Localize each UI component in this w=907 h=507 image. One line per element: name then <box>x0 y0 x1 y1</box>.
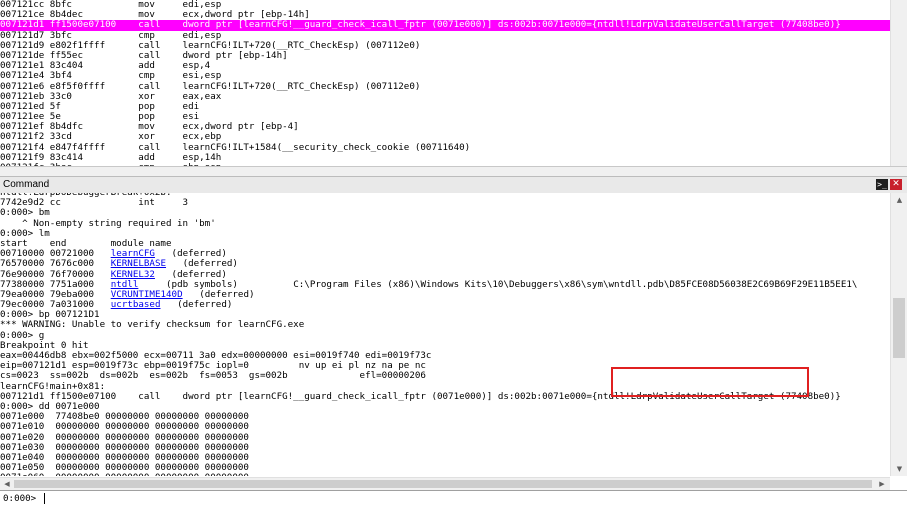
output-line: *** WARNING: Unable to verify checksum f… <box>0 319 305 331</box>
command-window-titlebar: Command >_ ✕ <box>0 176 907 194</box>
command-window-icon[interactable]: >_ <box>876 179 888 190</box>
output-line: ^ Non-empty string required in 'bm' <box>0 217 216 229</box>
scroll-thumb[interactable] <box>893 298 905 358</box>
disassembly-scrollbar[interactable] <box>890 0 907 166</box>
annotation-highlight-box <box>611 367 809 397</box>
output-line: 0:000> g <box>0 329 45 341</box>
output-line: 0071e060 00000000 00000000 00000000 0000… <box>0 473 890 476</box>
output-line: 0071e010 00000000 00000000 00000000 0000… <box>0 421 249 433</box>
command-input[interactable] <box>44 493 884 504</box>
scroll-right-icon[interactable]: ▶ <box>876 478 888 490</box>
scroll-down-icon[interactable]: ▼ <box>891 462 907 476</box>
close-icon[interactable]: ✕ <box>890 179 902 190</box>
text-caret <box>44 493 45 504</box>
command-output-hscrollbar[interactable]: ◀ ▶ <box>0 477 890 490</box>
scroll-left-icon[interactable]: ◀ <box>1 478 13 490</box>
command-window-title: Command <box>3 179 50 190</box>
module-info: (deferred) <box>160 299 233 311</box>
module-name-link[interactable]: ucrtbased <box>111 299 161 310</box>
command-output-vscrollbar[interactable]: ▲ ▼ <box>890 193 907 476</box>
hscroll-thumb[interactable] <box>14 480 872 488</box>
disassembly-pane[interactable]: 007121cc 8bfc mov edi,esp 007121ce 8b4dec… <box>0 0 890 166</box>
command-output[interactable]: ntdll!LdrpDoDebuggerBreak+0x2b:7742e9d2 … <box>0 193 890 476</box>
command-prompt: 0:000> <box>3 493 37 504</box>
output-line: 7742e9d2 cc int 3 <box>0 197 189 209</box>
module-row: 79ec0000 7a031000 ucrtbased (deferred) <box>0 299 890 311</box>
disassembly-line[interactable]: 007121e4 3bf4 cmp esi,esp <box>0 71 890 81</box>
command-input-row: 0:000> <box>0 490 907 507</box>
scroll-up-icon[interactable]: ▲ <box>891 193 907 207</box>
